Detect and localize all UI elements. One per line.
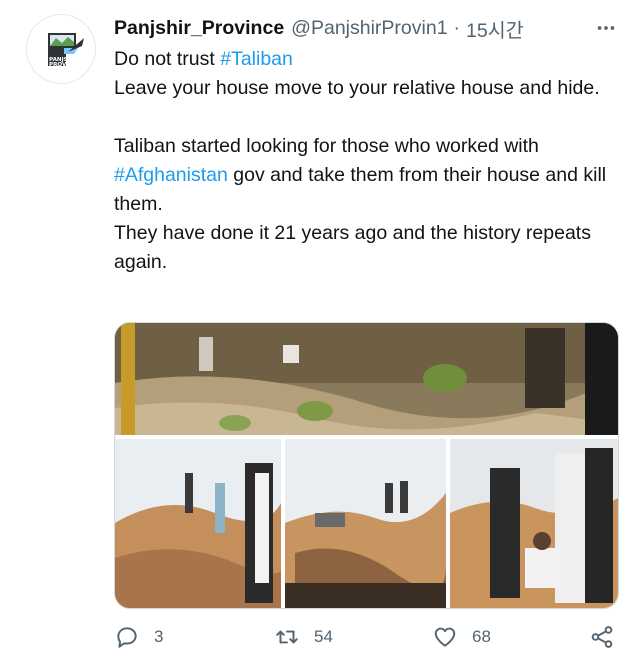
photo-bottom-left[interactable] xyxy=(115,439,284,608)
tweet-paragraph-2: Taliban started looking for those who wo… xyxy=(114,132,619,219)
more-icon xyxy=(597,26,615,30)
avatar[interactable]: PANJSHIR PROVINCE xyxy=(26,14,96,84)
tweet-text-fragment: Taliban started looking for those who wo… xyxy=(114,135,539,157)
retweet-button[interactable]: 54 xyxy=(274,620,333,654)
tweet-header: Panjshir_Province @PanjshirProvin1 · 15시… xyxy=(114,14,620,42)
tweet-actions: 3 54 68 xyxy=(114,620,619,654)
tweet-line-last: They have done it 21 years ago and the h… xyxy=(114,222,591,273)
media-collage[interactable] xyxy=(114,322,619,609)
display-name[interactable]: Panjshir_Province xyxy=(114,17,284,40)
tweet-line-1: Do not trust #Taliban xyxy=(114,45,619,74)
reply-button[interactable]: 3 xyxy=(114,620,163,654)
user-handle[interactable]: @PanjshirProvin1 xyxy=(291,17,447,40)
tweet-text: Do not trust #Taliban Leave your house m… xyxy=(114,45,619,277)
share-button[interactable] xyxy=(589,620,629,654)
like-count: 68 xyxy=(472,627,491,646)
more-button[interactable] xyxy=(592,14,620,42)
like-icon xyxy=(434,627,456,647)
hashtag-taliban[interactable]: #Taliban xyxy=(220,48,293,70)
reply-count: 3 xyxy=(154,627,164,646)
svg-text:PROVINCE: PROVINCE xyxy=(49,62,81,68)
separator: · xyxy=(453,16,461,39)
share-icon xyxy=(591,626,613,648)
like-button[interactable]: 68 xyxy=(432,620,491,654)
retweet-icon xyxy=(276,630,298,644)
tweet-text-fragment: Do not trust xyxy=(114,48,221,70)
hashtag-afghanistan[interactable]: #Afghanistan xyxy=(114,164,228,186)
tweet-line-2: Leave your house move to your relative h… xyxy=(114,77,600,99)
photo-top[interactable] xyxy=(115,323,618,435)
timestamp[interactable]: 15시간 xyxy=(466,14,524,43)
tweet[interactable]: PANJSHIR PROVINCE Panjshir_Province @Pan… xyxy=(0,0,640,667)
photo-bottom-middle[interactable] xyxy=(285,439,446,608)
retweet-count: 54 xyxy=(314,627,333,646)
avatar-logo-icon: PANJSHIR PROVINCE xyxy=(27,15,95,83)
media-photo-grid xyxy=(115,323,618,608)
reply-icon xyxy=(117,627,137,648)
photo-bottom-right[interactable] xyxy=(450,439,618,608)
